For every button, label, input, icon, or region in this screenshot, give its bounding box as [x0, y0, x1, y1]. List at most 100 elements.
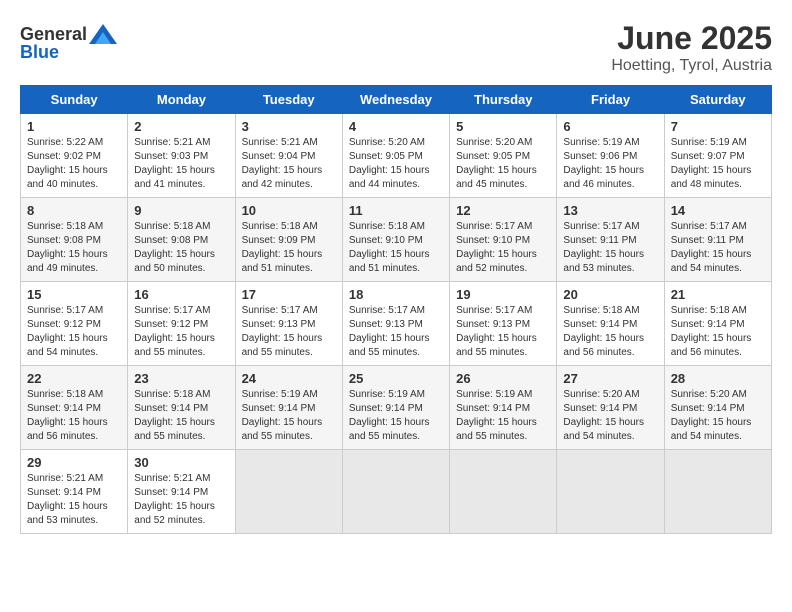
calendar-cell: 22 Sunrise: 5:18 AMSunset: 9:14 PMDayligh… [21, 366, 128, 450]
day-number: 21 [671, 287, 765, 302]
day-number: 24 [242, 371, 336, 386]
logo: General Blue [20, 20, 117, 63]
header: General Blue June 2025 Hoetting, Tyrol, … [20, 20, 772, 75]
calendar-table: SundayMondayTuesdayWednesdayThursdayFrid… [20, 85, 772, 534]
day-info: Sunrise: 5:21 AMSunset: 9:14 PMDaylight:… [27, 472, 121, 528]
calendar-cell: 21 Sunrise: 5:18 AMSunset: 9:14 PMDayligh… [664, 282, 771, 366]
day-number: 25 [349, 371, 443, 386]
day-number: 28 [671, 371, 765, 386]
calendar-cell: 30 Sunrise: 5:21 AMSunset: 9:14 PMDayligh… [128, 450, 235, 534]
day-number: 2 [134, 119, 228, 134]
day-number: 10 [242, 203, 336, 218]
day-info: Sunrise: 5:19 AMSunset: 9:14 PMDaylight:… [456, 388, 550, 444]
month-title: June 2025 [611, 20, 772, 57]
calendar-cell: 23 Sunrise: 5:18 AMSunset: 9:14 PMDayligh… [128, 366, 235, 450]
day-info: Sunrise: 5:19 AMSunset: 9:14 PMDaylight:… [242, 388, 336, 444]
calendar-cell: 13Sunrise: 5:17 AMSunset: 9:11 PMDayligh… [557, 198, 664, 282]
day-number: 23 [134, 371, 228, 386]
day-info: Sunrise: 5:18 AMSunset: 9:14 PMDaylight:… [671, 304, 765, 360]
weekday-header-thursday: Thursday [450, 86, 557, 114]
calendar-cell: 29 Sunrise: 5:21 AMSunset: 9:14 PMDayligh… [21, 450, 128, 534]
calendar-cell: 6 Sunrise: 5:19 AMSunset: 9:06 PMDaylight… [557, 114, 664, 198]
calendar-cell: 27 Sunrise: 5:20 AMSunset: 9:14 PMDayligh… [557, 366, 664, 450]
day-info: Sunrise: 5:18 AMSunset: 9:09 PMDaylight:… [242, 220, 336, 276]
day-info: Sunrise: 5:21 AMSunset: 9:14 PMDaylight:… [134, 472, 228, 528]
day-info: Sunrise: 5:18 AMSunset: 9:08 PMDaylight:… [134, 220, 228, 276]
day-info: Sunrise: 5:19 AMSunset: 9:06 PMDaylight:… [563, 136, 657, 192]
day-info: Sunrise: 5:20 AMSunset: 9:14 PMDaylight:… [563, 388, 657, 444]
day-number: 7 [671, 119, 765, 134]
calendar-cell: 10 Sunrise: 5:18 AMSunset: 9:09 PMDayligh… [235, 198, 342, 282]
day-number: 14 [671, 203, 765, 218]
calendar-cell: 3Sunrise: 5:21 AMSunset: 9:04 PMDaylight… [235, 114, 342, 198]
logo-blue-text: Blue [20, 42, 59, 63]
calendar-cell: 25Sunrise: 5:19 AMSunset: 9:14 PMDayligh… [342, 366, 449, 450]
calendar-cell [235, 450, 342, 534]
calendar-cell [664, 450, 771, 534]
day-number: 12 [456, 203, 550, 218]
title-area: June 2025 Hoetting, Tyrol, Austria [611, 20, 772, 75]
day-info: Sunrise: 5:17 AMSunset: 9:11 PMDaylight:… [563, 220, 657, 276]
calendar-cell: 15 Sunrise: 5:17 AMSunset: 9:12 PMDayligh… [21, 282, 128, 366]
day-number: 29 [27, 455, 121, 470]
calendar-cell [342, 450, 449, 534]
calendar-week-row: 8 Sunrise: 5:18 AMSunset: 9:08 PMDaylight… [21, 198, 772, 282]
day-info: Sunrise: 5:20 AMSunset: 9:14 PMDaylight:… [671, 388, 765, 444]
calendar-cell: 26 Sunrise: 5:19 AMSunset: 9:14 PMDayligh… [450, 366, 557, 450]
calendar-cell: 8Sunrise: 5:18 AMSunset: 9:08 PMDaylight… [21, 198, 128, 282]
location-title: Hoetting, Tyrol, Austria [611, 57, 772, 75]
day-number: 1 [27, 119, 121, 134]
weekday-header-tuesday: Tuesday [235, 86, 342, 114]
day-number: 22 [27, 371, 121, 386]
day-number: 27 [563, 371, 657, 386]
day-number: 17 [242, 287, 336, 302]
calendar-week-row: 22 Sunrise: 5:18 AMSunset: 9:14 PMDayligh… [21, 366, 772, 450]
day-info: Sunrise: 5:20 AMSunset: 9:05 PMDaylight:… [349, 136, 443, 192]
day-info: Sunrise: 5:22 AMSunset: 9:02 PMDaylight:… [27, 136, 121, 192]
day-info: Sunrise: 5:17 AMSunset: 9:12 PMDaylight:… [134, 304, 228, 360]
day-number: 30 [134, 455, 228, 470]
calendar-cell: 1 Sunrise: 5:22 AMSunset: 9:02 PMDaylight… [21, 114, 128, 198]
calendar-cell: 2 Sunrise: 5:21 AMSunset: 9:03 PMDaylight… [128, 114, 235, 198]
day-number: 15 [27, 287, 121, 302]
calendar-cell: 9 Sunrise: 5:18 AMSunset: 9:08 PMDaylight… [128, 198, 235, 282]
day-info: Sunrise: 5:18 AMSunset: 9:14 PMDaylight:… [134, 388, 228, 444]
day-info: Sunrise: 5:17 AMSunset: 9:12 PMDaylight:… [27, 304, 121, 360]
day-info: Sunrise: 5:17 AMSunset: 9:10 PMDaylight:… [456, 220, 550, 276]
calendar-cell: 20 Sunrise: 5:18 AMSunset: 9:14 PMDayligh… [557, 282, 664, 366]
day-number: 20 [563, 287, 657, 302]
day-number: 9 [134, 203, 228, 218]
day-number: 6 [563, 119, 657, 134]
calendar-cell [450, 450, 557, 534]
calendar-cell [557, 450, 664, 534]
calendar-cell: 16Sunrise: 5:17 AMSunset: 9:12 PMDayligh… [128, 282, 235, 366]
calendar-cell: 4 Sunrise: 5:20 AMSunset: 9:05 PMDaylight… [342, 114, 449, 198]
day-info: Sunrise: 5:18 AMSunset: 9:10 PMDaylight:… [349, 220, 443, 276]
day-info: Sunrise: 5:19 AMSunset: 9:07 PMDaylight:… [671, 136, 765, 192]
day-info: Sunrise: 5:20 AMSunset: 9:05 PMDaylight:… [456, 136, 550, 192]
day-number: 26 [456, 371, 550, 386]
day-number: 8 [27, 203, 121, 218]
weekday-header-friday: Friday [557, 86, 664, 114]
weekday-header-saturday: Saturday [664, 86, 771, 114]
day-info: Sunrise: 5:21 AMSunset: 9:03 PMDaylight:… [134, 136, 228, 192]
day-info: Sunrise: 5:17 AMSunset: 9:13 PMDaylight:… [349, 304, 443, 360]
day-info: Sunrise: 5:18 AMSunset: 9:14 PMDaylight:… [563, 304, 657, 360]
calendar-cell: 28 Sunrise: 5:20 AMSunset: 9:14 PMDayligh… [664, 366, 771, 450]
calendar-week-row: 1 Sunrise: 5:22 AMSunset: 9:02 PMDaylight… [21, 114, 772, 198]
day-info: Sunrise: 5:17 AMSunset: 9:11 PMDaylight:… [671, 220, 765, 276]
day-info: Sunrise: 5:17 AMSunset: 9:13 PMDaylight:… [242, 304, 336, 360]
day-number: 4 [349, 119, 443, 134]
calendar-cell: 14 Sunrise: 5:17 AMSunset: 9:11 PMDayligh… [664, 198, 771, 282]
calendar-cell: 17 Sunrise: 5:17 AMSunset: 9:13 PMDayligh… [235, 282, 342, 366]
calendar-cell: 11Sunrise: 5:18 AMSunset: 9:10 PMDayligh… [342, 198, 449, 282]
day-info: Sunrise: 5:18 AMSunset: 9:14 PMDaylight:… [27, 388, 121, 444]
day-number: 5 [456, 119, 550, 134]
calendar-cell: 5 Sunrise: 5:20 AMSunset: 9:05 PMDaylight… [450, 114, 557, 198]
weekday-header-row: SundayMondayTuesdayWednesdayThursdayFrid… [21, 86, 772, 114]
weekday-header-sunday: Sunday [21, 86, 128, 114]
calendar-cell: 12 Sunrise: 5:17 AMSunset: 9:10 PMDayligh… [450, 198, 557, 282]
calendar-week-row: 29 Sunrise: 5:21 AMSunset: 9:14 PMDayligh… [21, 450, 772, 534]
weekday-header-monday: Monday [128, 86, 235, 114]
calendar-cell: 19Sunrise: 5:17 AMSunset: 9:13 PMDayligh… [450, 282, 557, 366]
